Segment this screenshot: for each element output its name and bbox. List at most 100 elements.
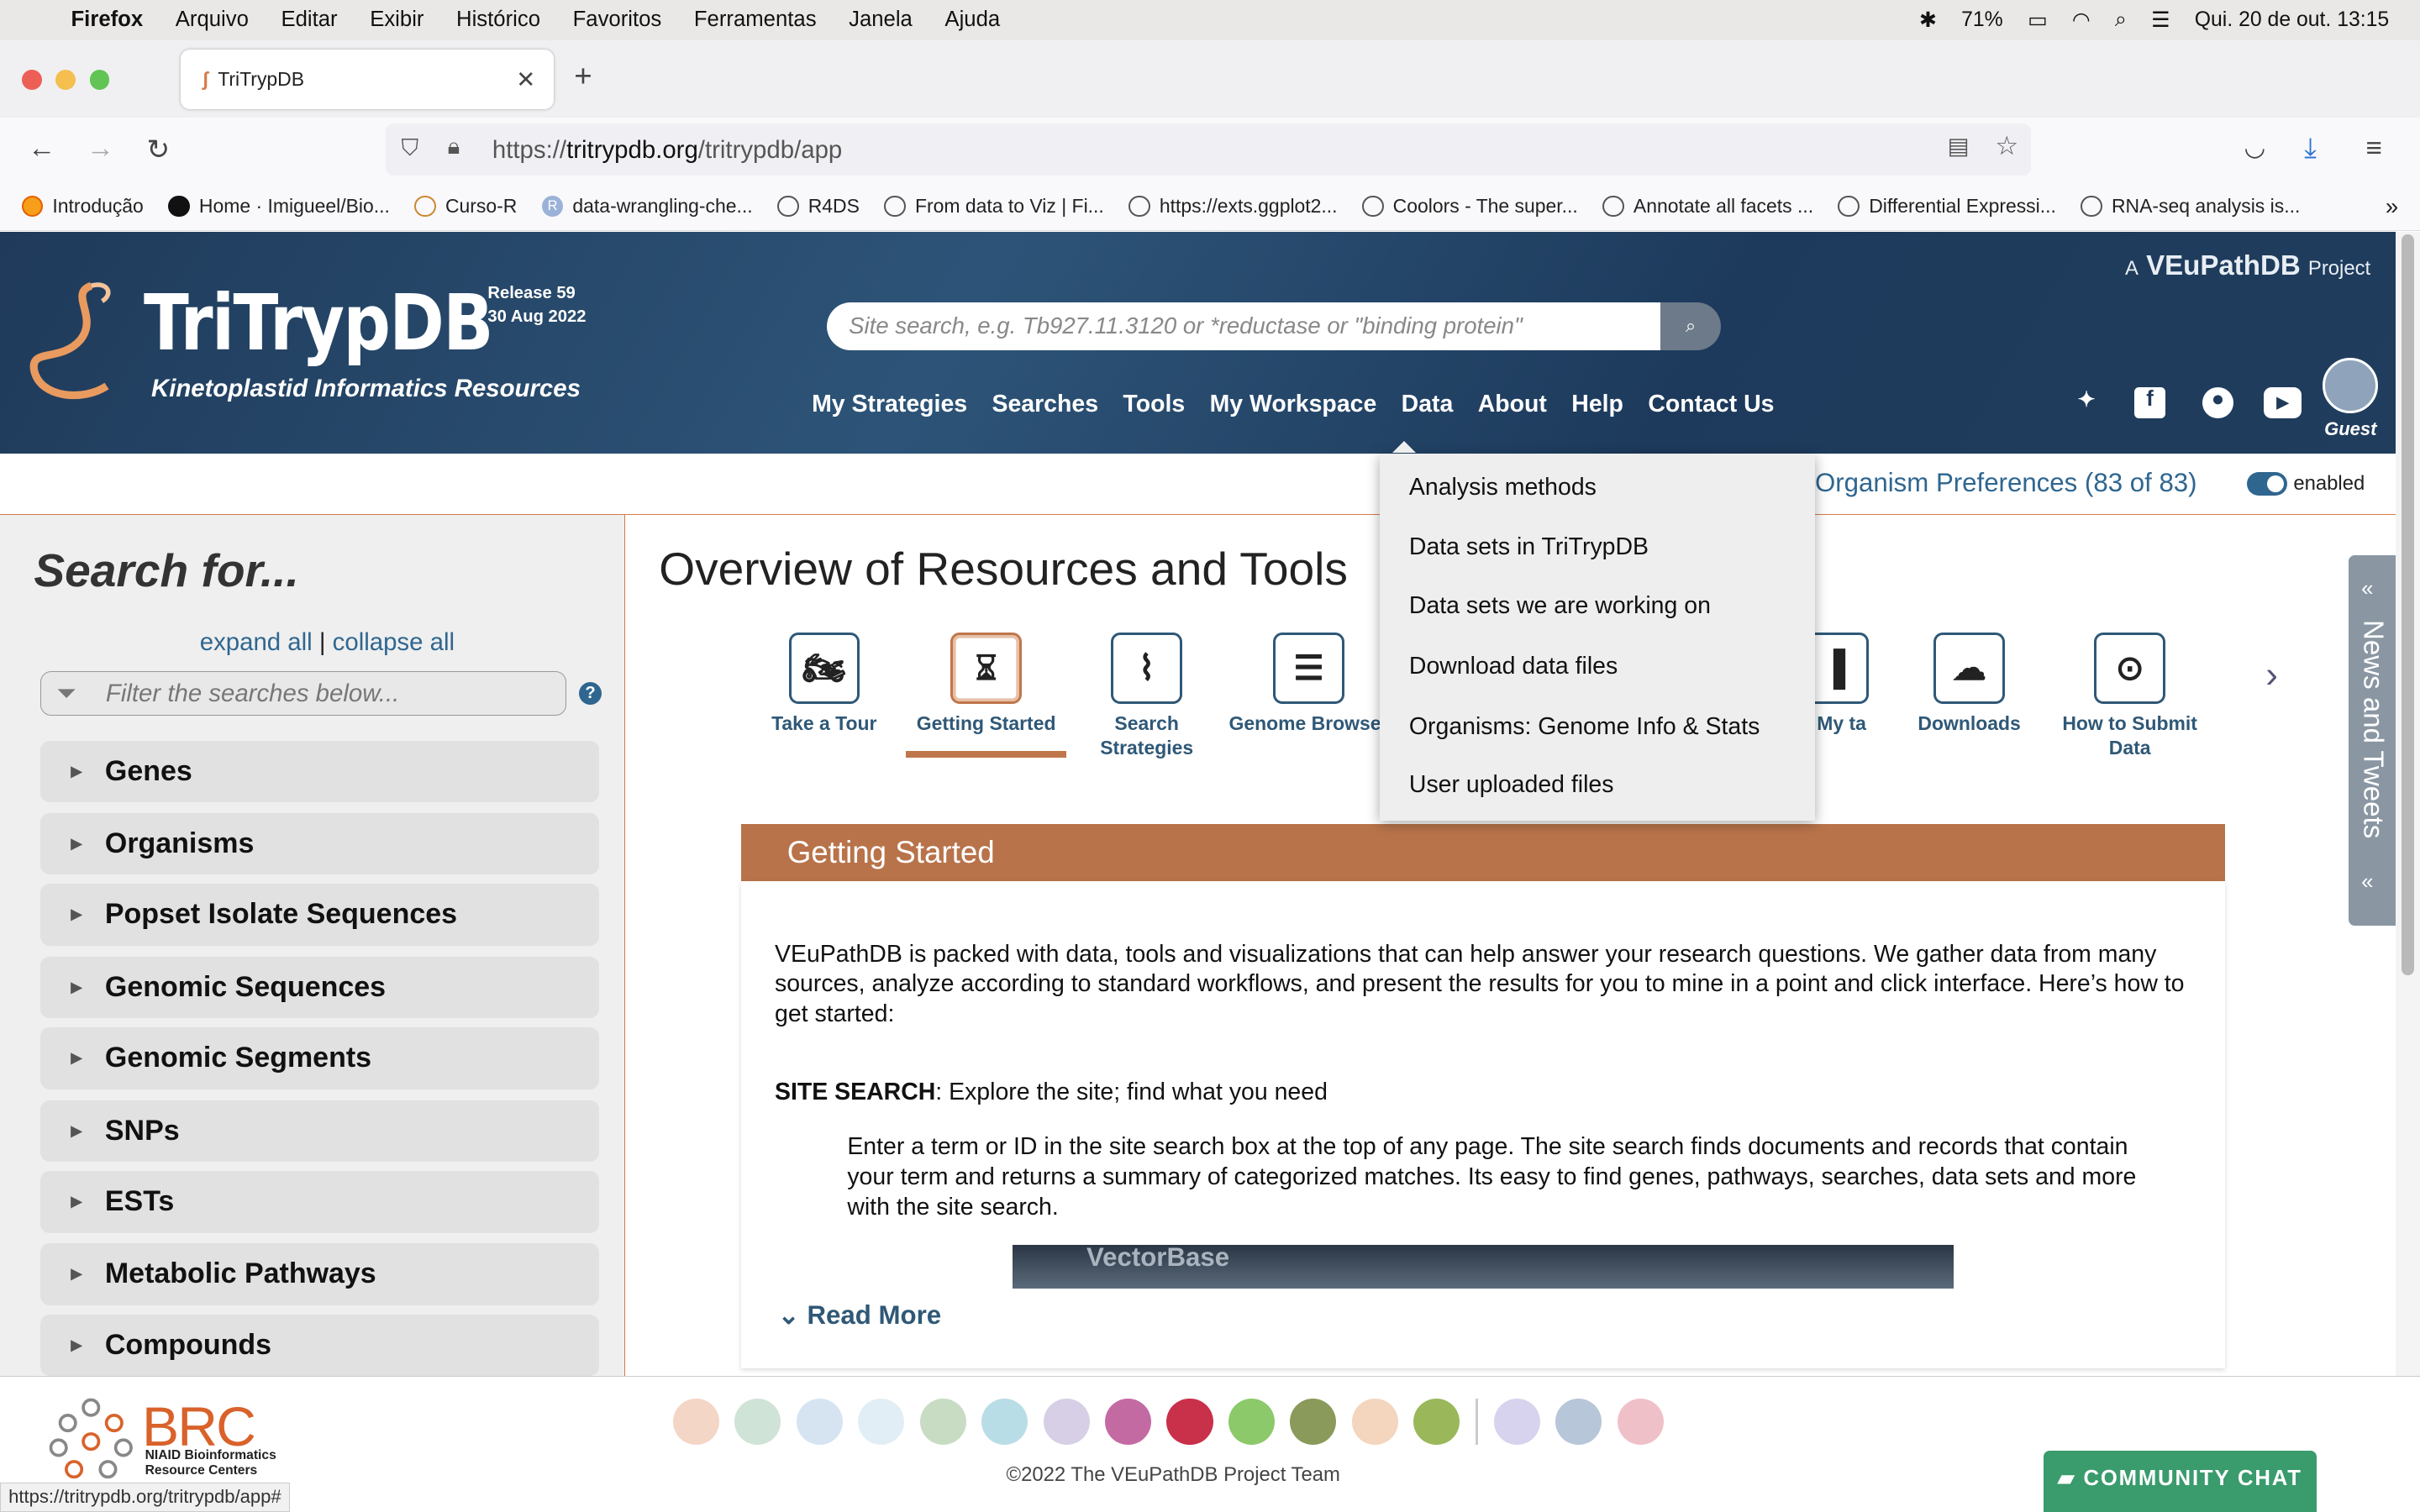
search-button[interactable]: ⌕ <box>1660 302 1721 350</box>
collapse-all-link[interactable]: collapse all <box>333 628 455 656</box>
tutorial-video[interactable]: VectorBase <box>1012 1245 1954 1289</box>
category-organisms[interactable]: Organisms <box>39 812 599 874</box>
youtube-icon[interactable]: ▶ <box>2264 387 2302 418</box>
menu-janela[interactable]: Janela <box>849 8 913 32</box>
chevron-right-icon[interactable]: › <box>2265 654 2278 696</box>
double-chevron-down-icon[interactable]: « <box>2361 870 2373 895</box>
user-avatar[interactable] <box>2323 358 2379 414</box>
minimize-window-button[interactable] <box>55 69 76 90</box>
menu-organisms-genome-info[interactable]: Organisms: Genome Info & Stats <box>1409 713 1760 741</box>
nav-data[interactable]: Data <box>1402 391 1454 418</box>
spotlight-search-icon[interactable]: ⌕ <box>2115 8 2127 32</box>
clock[interactable]: Qui. 20 de out. 13:15 <box>2195 8 2389 32</box>
bookmark-item[interactable]: https://exts.ggplot2... <box>1128 195 1338 218</box>
guest-label[interactable]: Guest <box>2324 418 2376 440</box>
orthomcl-icon[interactable] <box>1413 1399 1460 1446</box>
clinepidb-icon[interactable] <box>1555 1399 1602 1446</box>
bookmark-star-icon[interactable]: ☆ <box>1995 131 2018 161</box>
fungidb-icon[interactable] <box>796 1399 843 1446</box>
microsporidiadb-icon[interactable] <box>981 1399 1028 1446</box>
control-center-icon[interactable]: ☰ <box>2151 8 2170 33</box>
category-metabolic-pathways[interactable]: Metabolic Pathways <box>39 1243 599 1305</box>
bookmark-item[interactable]: Differential Expressi... <box>1838 195 2056 218</box>
brc-logo-icon[interactable] <box>46 1395 136 1485</box>
menu-favoritos[interactable]: Favoritos <box>573 8 662 32</box>
tool-getting-started[interactable]: ⏳︎ Getting Started <box>906 633 1067 758</box>
cryptodb-icon[interactable] <box>734 1399 781 1446</box>
url-text[interactable]: https://tritrypdb.org/tritrypdb/app <box>492 136 842 165</box>
pocket-icon[interactable]: ◡ <box>2244 133 2266 162</box>
menu-user-uploaded-files[interactable]: User uploaded files <box>1409 771 1614 799</box>
bookmark-item[interactable]: Rdata-wrangling-che... <box>541 195 753 218</box>
menu-historico[interactable]: Histórico <box>456 8 540 32</box>
category-compounds[interactable]: Compounds <box>39 1314 599 1376</box>
bookmark-item[interactable]: RNA-seq analysis is... <box>2081 195 2300 218</box>
tool-downloads[interactable]: ☁ Downloads <box>1889 633 2049 736</box>
browser-tab[interactable]: ʃ TriTrypDB ✕ <box>180 49 555 110</box>
vectorbase-icon[interactable] <box>1290 1399 1337 1446</box>
hamburger-menu-icon[interactable]: ≡ <box>2366 133 2382 165</box>
organism-preferences-link[interactable]: Organism Preferences (83 of 83) <box>1815 468 2197 498</box>
menu-data-sets-working-on[interactable]: Data sets we are working on <box>1409 592 1711 620</box>
trichdb-icon[interactable] <box>1228 1399 1275 1446</box>
zoom-window-button[interactable] <box>89 69 110 90</box>
bluetooth-icon[interactable]: ✱ <box>1919 8 1937 33</box>
close-window-button[interactable] <box>21 69 42 90</box>
page-scrollbar[interactable] <box>2395 231 2420 1377</box>
category-snps[interactable]: SNPs <box>39 1100 599 1162</box>
bookmark-item[interactable]: From data to Viz | Fi... <box>884 195 1104 218</box>
tool-genome-browser[interactable]: ☰ Genome Browser <box>1228 633 1389 736</box>
reader-view-icon[interactable]: ▤ <box>1948 133 1970 160</box>
scrollbar-thumb[interactable] <box>2401 234 2414 975</box>
bookmark-item[interactable]: Annotate all facets ... <box>1602 195 1813 218</box>
eupathdb-icon[interactable] <box>1493 1399 1540 1446</box>
help-question-icon[interactable]: ? <box>578 681 602 706</box>
nav-tools[interactable]: Tools <box>1123 391 1185 418</box>
tool-how-to-submit-data[interactable]: ⊙ How to Submit Data <box>2049 633 2210 760</box>
back-icon[interactable]: ← <box>28 133 55 165</box>
menu-app-firefox[interactable]: Firefox <box>71 8 143 32</box>
menu-ajuda[interactable]: Ajuda <box>944 8 1000 32</box>
twitter-icon[interactable]: ✦ <box>2071 387 2102 418</box>
wifi-icon[interactable]: ◠ <box>2072 8 2091 33</box>
menu-editar[interactable]: Editar <box>281 8 337 32</box>
double-chevron-up-icon[interactable]: « <box>2361 577 2373 601</box>
news-and-tweets-label[interactable]: News and Tweets <box>2357 620 2389 838</box>
giardiadb-icon[interactable] <box>858 1399 905 1446</box>
category-popset-isolate-sequences[interactable]: Popset Isolate Sequences <box>39 884 599 946</box>
bookmark-item[interactable]: Home · Imigueel/Bio... <box>168 195 390 218</box>
menu-analysis-methods[interactable]: Analysis methods <box>1409 474 1597 501</box>
veupathdb-project-link[interactable]: A VEuPathDB Project <box>2125 250 2370 282</box>
expand-all-link[interactable]: expand all <box>200 628 313 656</box>
tritrypdb-icon[interactable] <box>1351 1399 1398 1446</box>
amoebadb-icon[interactable] <box>672 1399 719 1446</box>
forward-icon[interactable]: → <box>87 133 114 165</box>
battery-icon[interactable]: ▭ <box>2028 8 2047 33</box>
nav-searches[interactable]: Searches <box>992 391 1098 418</box>
nav-about[interactable]: About <box>1478 391 1547 418</box>
menu-data-sets[interactable]: Data sets in TriTrypDB <box>1409 533 1649 561</box>
release-info[interactable]: Release 59 30 Aug 2022 <box>487 282 586 328</box>
nav-help[interactable]: Help <box>1571 391 1623 418</box>
bookmark-item[interactable]: Introdução <box>21 195 144 218</box>
downloads-icon[interactable]: ⤓ <box>2304 133 2317 165</box>
chevron-more-bookmarks-icon[interactable]: » <box>2386 193 2398 220</box>
category-ests[interactable]: ESTs <box>39 1171 599 1233</box>
nav-my-workspace[interactable]: My Workspace <box>1210 391 1377 418</box>
nav-contact-us[interactable]: Contact Us <box>1648 391 1774 418</box>
category-genes[interactable]: Genes <box>39 740 599 802</box>
bookmark-item[interactable]: R4DS <box>777 195 860 218</box>
nav-my-strategies[interactable]: My Strategies <box>812 391 967 418</box>
address-bar[interactable]: ⛉ 🔒︎ https://tritrypdb.org/tritrypdb/app… <box>386 123 2032 176</box>
category-genomic-segments[interactable]: Genomic Segments <box>39 1027 599 1089</box>
hostdb-icon[interactable] <box>919 1399 966 1446</box>
tool-search-strategies[interactable]: ⌇ Search Strategies <box>1066 633 1227 760</box>
site-logo-title[interactable]: TriTrypDB <box>144 278 493 368</box>
plasmodb-icon[interactable] <box>1104 1399 1152 1446</box>
menu-exibir[interactable]: Exibir <box>370 8 424 32</box>
tracking-protection-icon[interactable]: ⛉ <box>402 134 419 162</box>
menu-download-data-files[interactable]: Download data files <box>1409 653 1618 680</box>
microbiomedb-icon[interactable] <box>1617 1399 1664 1446</box>
site-search-input[interactable]: Site search, e.g. Tb927.11.3120 or *redu… <box>827 302 1661 350</box>
facebook-icon[interactable]: f <box>2134 387 2165 418</box>
